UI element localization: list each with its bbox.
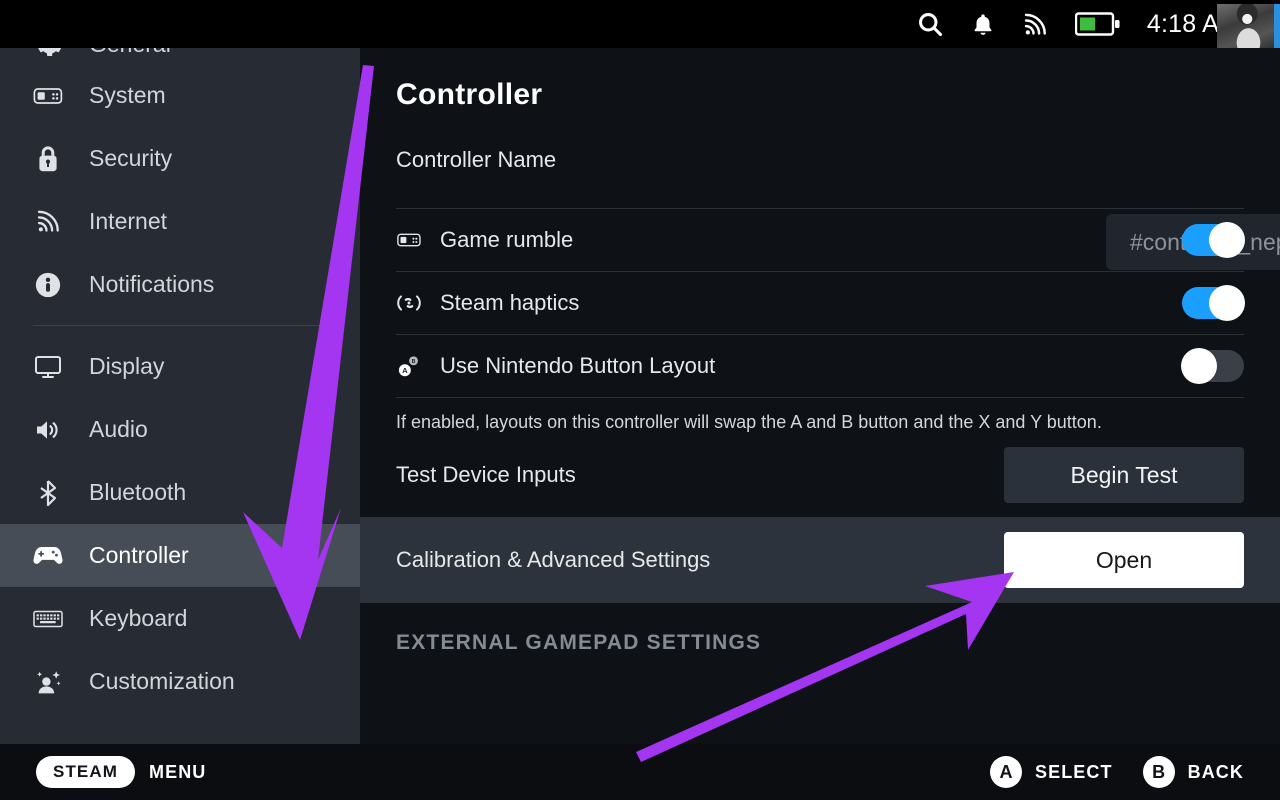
nintendo-layout-toggle[interactable] <box>1181 348 1244 384</box>
steam-haptics-toggle[interactable] <box>1182 285 1245 321</box>
begin-test-button[interactable]: Begin Test <box>1004 447 1244 503</box>
ab-buttons-icon: B A <box>396 353 422 379</box>
speaker-icon <box>33 415 63 445</box>
toggle-knob <box>1209 222 1245 258</box>
exclamation-circle-icon <box>33 270 63 300</box>
toggle-label: Use Nintendo Button Layout <box>440 353 716 378</box>
sidebar-item-display[interactable]: Display <box>0 335 360 398</box>
battery-icon <box>1074 11 1121 37</box>
hint-label: SELECT <box>1034 761 1113 782</box>
sparkle-person-icon <box>33 667 63 697</box>
sidebar-item-controller[interactable]: Controller <box>0 524 360 587</box>
sidebar-item-label: Internet <box>89 208 167 234</box>
sidebar-item-label: Notifications <box>89 271 215 297</box>
controller-name-row: Controller Name <box>360 112 1280 208</box>
sidebar-item-customization[interactable]: Customization <box>0 650 360 713</box>
calibration-row[interactable]: Calibration & Advanced Settings Open <box>360 517 1280 603</box>
nintendo-layout-helper-text: If enabled, layouts on this controller w… <box>396 412 1102 432</box>
steam-deck-settings-screen: 4:18 AM General <box>0 0 1280 800</box>
a-button-icon: A <box>989 756 1022 788</box>
bluetooth-icon <box>33 478 63 508</box>
search-icon[interactable] <box>916 10 944 38</box>
sidebar-item-label: Display <box>89 353 165 379</box>
page-title: Controller <box>396 78 543 111</box>
steamdeck-icon <box>396 227 422 253</box>
wifi-icon[interactable] <box>1022 11 1049 38</box>
sidebar-item-label: Customization <box>89 668 235 694</box>
svg-text:A: A <box>402 365 408 374</box>
toggle-knob <box>1209 285 1245 321</box>
game-rumble-row[interactable]: Game rumble <box>360 209 1280 271</box>
steam-button-pill[interactable]: STEAM <box>36 756 135 788</box>
toggle-label: Game rumble <box>440 227 574 252</box>
avatar-accent-bar <box>1274 4 1280 48</box>
toggle-label: Steam haptics <box>440 290 580 315</box>
status-bar: 4:18 AM <box>0 0 1280 48</box>
calibration-label: Calibration & Advanced Settings <box>396 547 711 572</box>
sidebar-item-notifications[interactable]: Notifications <box>0 253 360 316</box>
bell-icon[interactable] <box>970 11 996 38</box>
settings-sidebar[interactable]: General System <box>0 48 360 744</box>
steam-haptics-row[interactable]: Steam haptics <box>360 272 1280 334</box>
sidebar-item-system[interactable]: System <box>0 64 360 127</box>
sidebar-item-internet[interactable]: Internet <box>0 190 360 253</box>
b-button-icon: B <box>1142 756 1175 788</box>
toggle-knob <box>1181 348 1217 384</box>
gamepad-icon <box>33 541 63 571</box>
lock-icon <box>33 144 63 174</box>
controller-settings-panel: Controller Controller Name #controller_n… <box>360 48 1280 744</box>
monitor-icon <box>33 352 63 382</box>
test-device-inputs-row[interactable]: Test Device Inputs Begin Test <box>360 433 1280 517</box>
sidebar-item-label: General <box>89 48 171 58</box>
sidebar-item-security[interactable]: Security <box>0 127 360 190</box>
hint-select[interactable]: A SELECT <box>989 756 1113 788</box>
hint-label: BACK <box>1187 761 1244 782</box>
test-device-inputs-label: Test Device Inputs <box>396 462 576 487</box>
button-hints: A SELECT B BACK <box>989 756 1244 788</box>
controller-name-label: Controller Name <box>396 147 557 172</box>
sidebar-item-label: Bluetooth <box>89 479 187 505</box>
sidebar-item-label: Security <box>89 145 173 171</box>
hint-back[interactable]: B BACK <box>1142 756 1244 788</box>
game-rumble-label: Game rumble <box>396 227 573 253</box>
nintendo-layout-row[interactable]: B A Use Nintendo Button Layout <box>360 335 1280 397</box>
sidebar-item-label: System <box>89 82 166 108</box>
sidebar-item-general[interactable]: General <box>0 48 360 64</box>
gear-icon <box>33 48 63 59</box>
sidebar-item-label: Keyboard <box>89 605 188 631</box>
game-rumble-toggle[interactable] <box>1182 222 1245 258</box>
bottom-bar: STEAM MENU A SELECT B BACK <box>0 744 1280 800</box>
avatar[interactable] <box>1217 4 1280 48</box>
sidebar-item-label: Audio <box>89 416 148 442</box>
calibration-open-button[interactable]: Open <box>1004 532 1244 588</box>
menu-label: MENU <box>149 761 207 782</box>
external-gamepad-section-header: EXTERNAL GAMEPAD SETTINGS <box>396 631 762 654</box>
svg-text:B: B <box>412 359 416 365</box>
sidebar-divider <box>33 325 327 326</box>
sidebar-item-bluetooth[interactable]: Bluetooth <box>0 461 360 524</box>
nintendo-layout-label: B A Use Nintendo Button Layout <box>396 353 715 379</box>
steam-haptics-label: Steam haptics <box>396 290 579 316</box>
wifi-icon <box>33 207 63 237</box>
sidebar-item-audio[interactable]: Audio <box>0 398 360 461</box>
keyboard-icon <box>33 604 63 634</box>
steamdeck-icon <box>33 81 63 111</box>
haptics-icon <box>396 290 422 316</box>
sidebar-item-label: Controller <box>89 542 189 568</box>
sidebar-item-keyboard[interactable]: Keyboard <box>0 587 360 650</box>
